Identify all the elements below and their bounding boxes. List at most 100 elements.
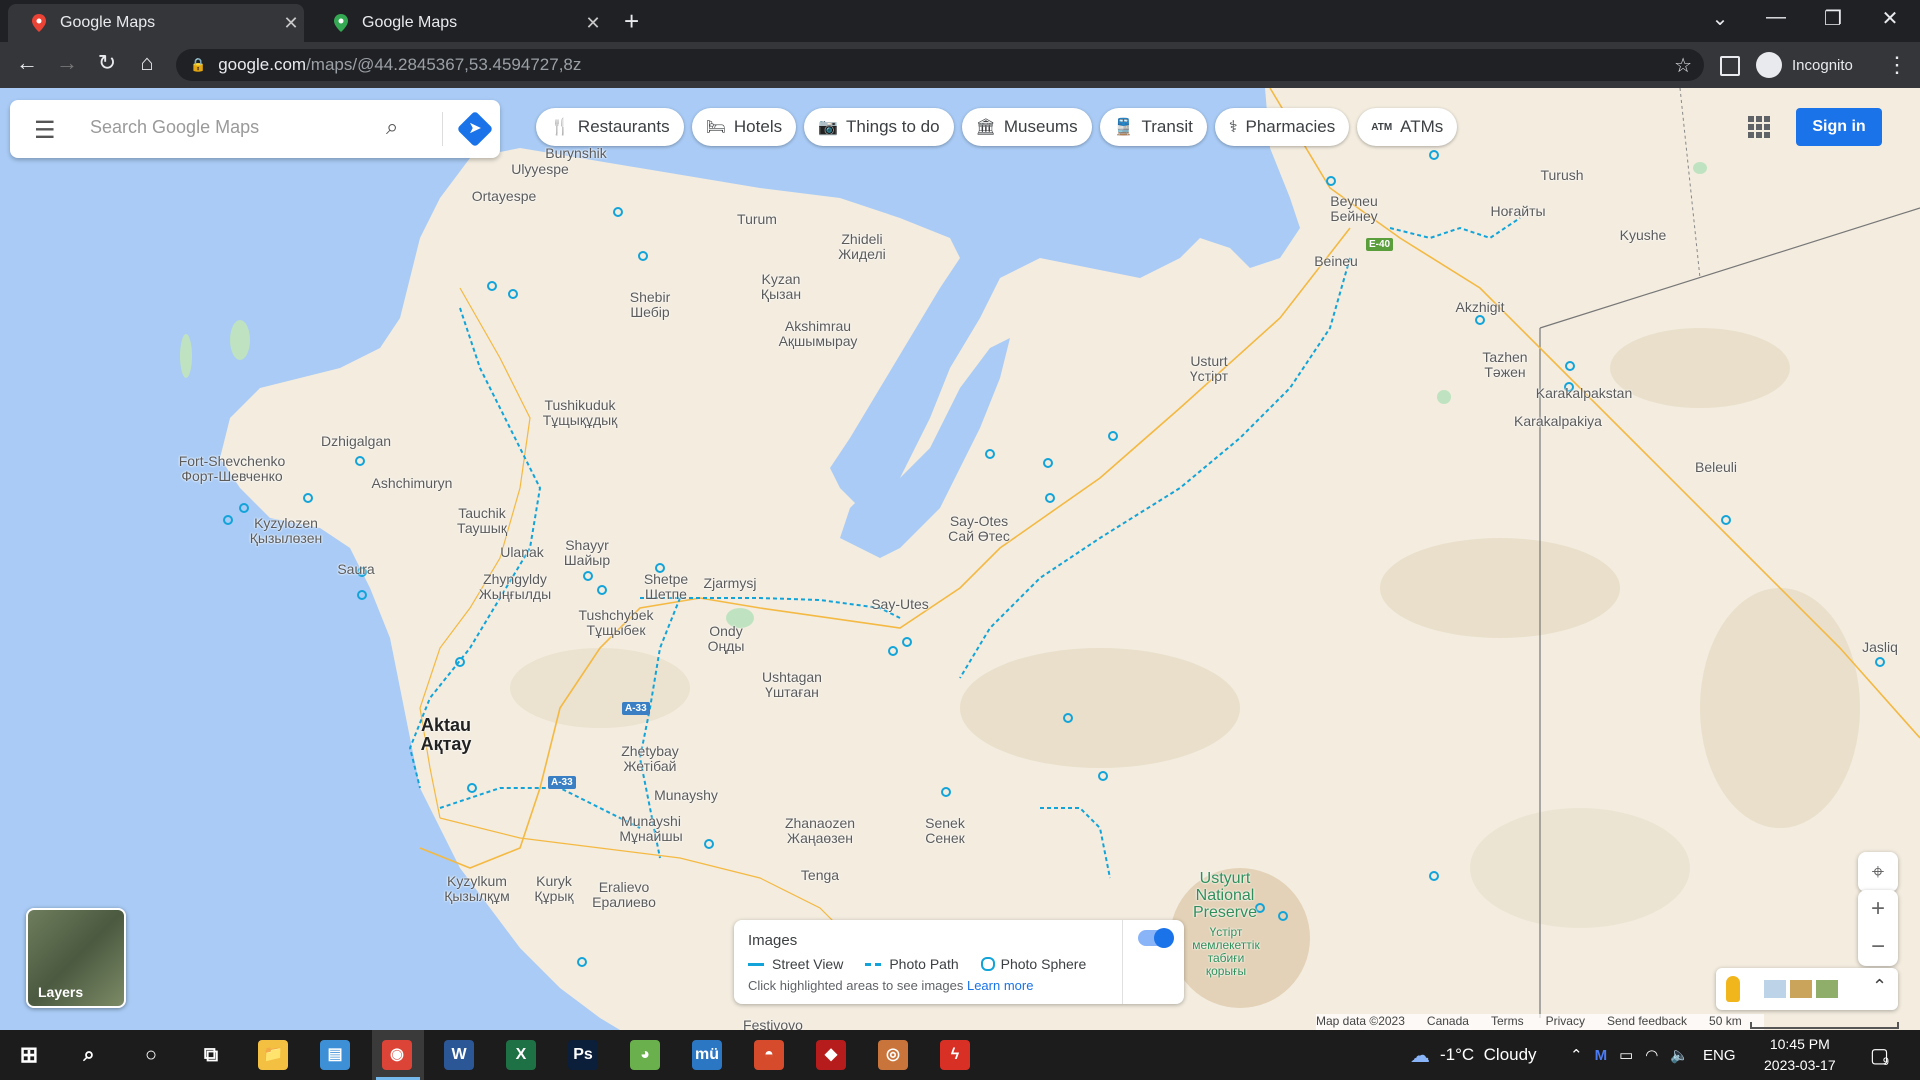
game-icon[interactable]: ◆ — [816, 1040, 846, 1070]
place-label[interactable]: Say-Utes — [871, 597, 929, 612]
place-label[interactable]: Beineu — [1314, 254, 1358, 269]
search-input[interactable] — [88, 116, 382, 139]
browser-tab[interactable]: Google Maps ✕ — [8, 4, 304, 42]
place-label[interactable]: Tauchik Таушық — [457, 506, 507, 536]
place-label[interactable]: Turush — [1540, 168, 1583, 183]
android-icon[interactable]: ◕ — [630, 1040, 660, 1070]
chevron-up-icon[interactable]: ⌃ — [1872, 976, 1887, 997]
forward-button[interactable]: → — [52, 50, 82, 76]
place-label[interactable]: Senek Сенек — [925, 816, 965, 846]
images-toggle[interactable] — [1138, 928, 1174, 948]
place-label[interactable]: Tazhen Тәжен — [1482, 350, 1527, 380]
word-icon[interactable]: W — [444, 1040, 474, 1070]
place-label[interactable]: Eralievo Ералиево — [592, 880, 656, 910]
place-label[interactable]: Beleuli — [1695, 460, 1737, 475]
chip-museums[interactable]: 🏛 Museums — [961, 108, 1092, 146]
place-label[interactable]: Shayyr Шайыр — [564, 538, 610, 568]
send-feedback-link[interactable]: Send feedback — [1607, 1014, 1687, 1030]
place-label[interactable]: Zhanaozen Жаңаөзен — [785, 816, 855, 846]
place-label[interactable]: Ondy Оңды — [708, 624, 745, 654]
file-explorer-icon[interactable]: 📁 — [258, 1040, 288, 1070]
excel-icon[interactable]: X — [506, 1040, 536, 1070]
hamburger-menu-icon[interactable]: ☰ — [34, 116, 56, 145]
place-label[interactable]: Ashchimuryn — [372, 476, 453, 491]
windows-start-icon[interactable]: ⊞ — [14, 1040, 44, 1070]
zoom-in-button[interactable]: + — [1858, 890, 1898, 928]
incognito-profile[interactable]: Incognito — [1756, 50, 1853, 80]
chip-pharmacies[interactable]: ⚕ Pharmacies — [1214, 108, 1350, 146]
place-label[interactable]: Kuryk Құрық — [534, 874, 573, 904]
chip-things-to-do[interactable]: 📷 Things to do — [804, 108, 954, 146]
place-label[interactable]: Ulanak — [500, 545, 544, 560]
close-tab-icon[interactable]: ✕ — [580, 13, 606, 34]
place-label[interactable]: Ortayespe — [472, 189, 537, 204]
zoom-out-button[interactable]: − — [1858, 928, 1898, 966]
place-label[interactable]: Zhetybay Жетібай — [621, 744, 679, 774]
chip-transit[interactable]: 🚆 Transit — [1099, 108, 1207, 146]
maximize-button[interactable]: ❐ — [1813, 6, 1853, 31]
close-tab-icon[interactable]: ✕ — [278, 13, 304, 34]
place-label[interactable]: Tushikuduk Тұщықұдық — [543, 398, 618, 428]
browser-menu-icon[interactable]: ⋮ — [1886, 52, 1908, 78]
place-label[interactable]: Fort-Shevchenko Форт-Шевченко — [179, 454, 286, 484]
home-button[interactable]: ⌂ — [132, 50, 162, 76]
chip-restaurants[interactable]: 🍴 Restaurants — [536, 108, 684, 146]
side-panel-icon[interactable] — [1720, 56, 1740, 76]
new-tab-button[interactable]: + — [624, 6, 639, 37]
chrome-icon[interactable]: ◉ — [382, 1040, 412, 1070]
photoshop-icon[interactable]: Ps — [568, 1040, 598, 1070]
place-label[interactable]: Zhyngyldy Жыңғылды — [479, 572, 551, 602]
mu-icon[interactable]: mü — [692, 1040, 722, 1070]
minimize-button[interactable]: — — [1756, 6, 1796, 29]
bookmark-star-icon[interactable]: ☆ — [1674, 53, 1692, 78]
thumbnail[interactable] — [1816, 980, 1838, 998]
place-label[interactable]: Kyzylkum Қызылқұм — [444, 874, 510, 904]
browser-tab[interactable]: Google Maps ✕ — [310, 4, 606, 42]
place-label[interactable]: Shetpe Шетпе — [644, 572, 688, 602]
place-label[interactable]: Kyzylozen Қызылөзен — [250, 516, 322, 546]
terms-link[interactable]: Terms — [1491, 1014, 1524, 1030]
place-label[interactable]: Ноғайты — [1490, 204, 1545, 219]
thumbnail[interactable] — [1790, 980, 1812, 998]
directions-button[interactable]: ➤ — [456, 110, 494, 148]
wifi-icon[interactable]: ◠ — [1645, 1046, 1658, 1064]
place-label[interactable]: Zjarmysj — [704, 576, 757, 591]
task-view-icon[interactable]: ⧉ — [196, 1040, 226, 1070]
chip-hotels[interactable]: 🛏 Hotels — [691, 108, 797, 146]
place-label[interactable]: Tushchybek Тұщыбек — [579, 608, 654, 638]
place-label[interactable]: Ulyyespe — [511, 162, 569, 177]
place-label[interactable]: Saura — [337, 562, 374, 577]
place-label[interactable]: Akshimrau Ақшымырау — [779, 319, 858, 349]
thumbnail[interactable] — [1764, 980, 1786, 998]
flash-icon[interactable]: ϟ — [940, 1040, 970, 1070]
media-icon[interactable]: ◎ — [878, 1040, 908, 1070]
place-label[interactable]: Karakalpakstan — [1536, 386, 1633, 401]
clock[interactable]: 10:45 PM 2023-03-17 — [1764, 1034, 1836, 1076]
scale-label[interactable]: 50 km — [1709, 1014, 1742, 1030]
rainbow-icon[interactable]: ◓ — [754, 1040, 784, 1070]
learn-more-link[interactable]: Learn more — [967, 978, 1033, 993]
sign-in-button[interactable]: Sign in — [1796, 108, 1882, 146]
language-indicator[interactable]: ENG — [1703, 1047, 1736, 1064]
reload-button[interactable]: ↻ — [92, 50, 122, 76]
place-label[interactable]: Zhideli Жиделі — [838, 232, 886, 262]
tab-search-icon[interactable]: ⌄ — [1700, 6, 1740, 31]
place-label[interactable]: Shebir Шебір — [630, 290, 670, 320]
chip-atms[interactable]: ATM ATMs — [1357, 108, 1458, 146]
search-icon[interactable]: ⌕ — [386, 114, 398, 140]
weather-widget[interactable]: ☁ -1°C Cloudy — [1410, 1030, 1537, 1080]
place-label[interactable]: Say-Otes Сай Өтес — [948, 514, 1010, 544]
map-canvas[interactable]: Burynshik Ulyyespe Ortayespe Turum Zhide… — [0, 88, 1920, 1030]
place-label[interactable]: Karakalpakiya — [1514, 414, 1602, 429]
notifications-button[interactable]: ▢ 9 — [1870, 1030, 1889, 1080]
place-label[interactable]: Kyushe — [1620, 228, 1667, 243]
privacy-link[interactable]: Privacy — [1546, 1014, 1585, 1030]
place-label[interactable]: Munayshy — [654, 788, 718, 803]
battery-icon[interactable]: ▭ — [1619, 1046, 1633, 1064]
pegman-icon[interactable] — [1726, 976, 1740, 1002]
show-hidden-icons-icon[interactable]: ⌃ — [1570, 1046, 1583, 1064]
search-icon[interactable]: ⌕ — [74, 1040, 104, 1070]
place-label[interactable]: Turum — [737, 212, 777, 227]
back-button[interactable]: ← — [12, 50, 42, 76]
place-label[interactable]: Kyzan Қызан — [761, 272, 801, 302]
